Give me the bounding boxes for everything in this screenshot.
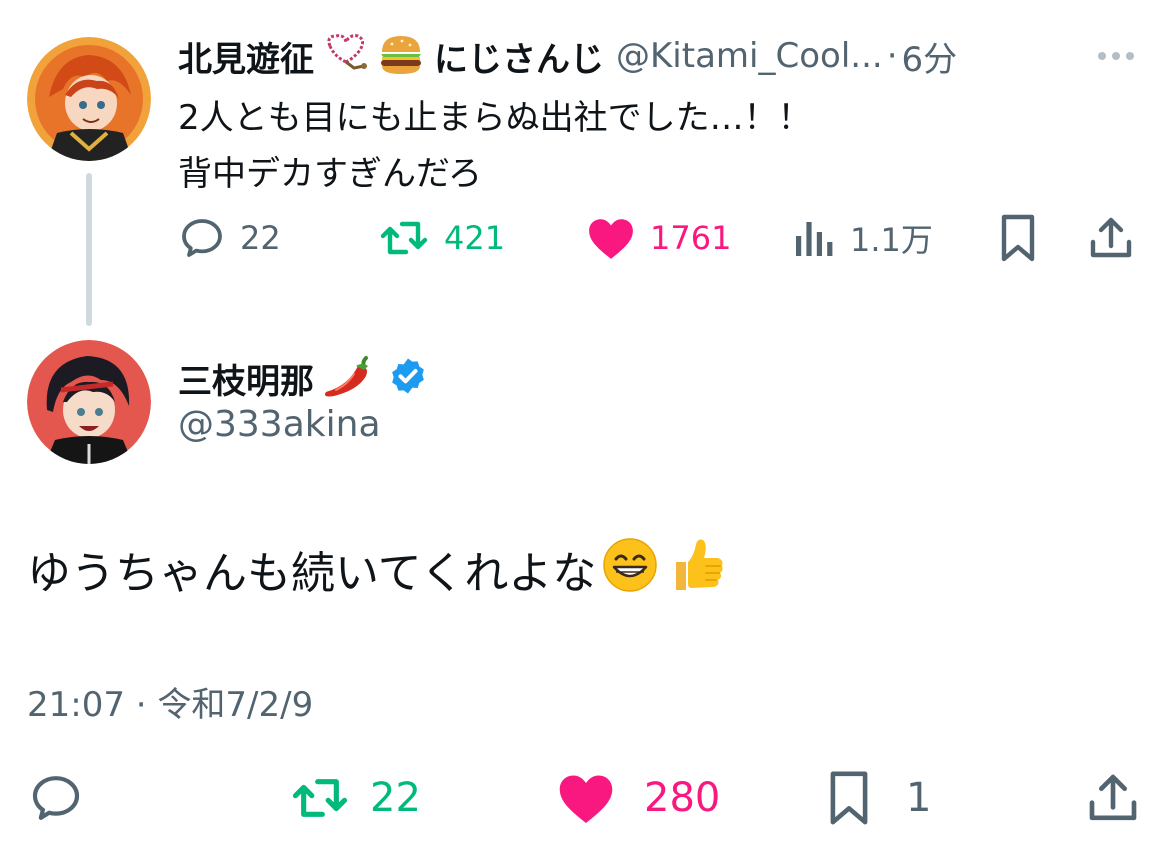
more-icon[interactable]: [1094, 44, 1138, 68]
grinning-face-emoji: [602, 537, 658, 611]
reply-count: 22: [240, 219, 281, 257]
bookmark-icon: [826, 769, 872, 827]
parent-tweet-text: 2人とも目にも止まらぬ出社でした…！！ 背中デカすぎんだろ: [178, 90, 1138, 202]
prayer-beads-emoji: [320, 32, 370, 80]
like-icon: [556, 770, 616, 826]
meta-separator: ·: [886, 36, 898, 76]
hamburger-emoji: [378, 32, 424, 80]
reply-tweet-text: ゆうちゃんも続いてくれよな: [27, 536, 726, 612]
parent-tweet-header: 北見遊征 にじさんじ @Kitami_Cool... · 6分: [178, 30, 1138, 82]
reply-tweet-retweet-button[interactable]: 22: [288, 768, 421, 828]
like-icon: [586, 214, 636, 262]
retweet-button[interactable]: 421: [378, 212, 505, 264]
parent-text-line2: 背中デカすぎんだろ: [178, 154, 482, 194]
reply-icon: [178, 214, 226, 262]
thumbs-up-emoji: [668, 536, 726, 612]
reply-tweet-reply-button[interactable]: [27, 768, 85, 828]
parent-name-suffix[interactable]: にじさんじ: [434, 32, 604, 81]
parent-time-ago[interactable]: 6分: [902, 32, 958, 81]
reply-action-bar: 22 280 1: [0, 768, 1170, 828]
parent-author-avatar[interactable]: [27, 37, 151, 161]
views-button[interactable]: 1.1万: [792, 212, 933, 264]
tweet-thread: 北見遊征 にじさんじ @Kitami_Cool... · 6分 2人とも目にも止…: [0, 0, 1170, 866]
share-icon: [1088, 214, 1134, 262]
views-icon: [792, 216, 836, 260]
reply-display-name[interactable]: 三枝明那: [178, 354, 314, 403]
reply-tweet-like-button[interactable]: 280: [556, 768, 720, 828]
share-button[interactable]: [1088, 212, 1134, 264]
reply-timestamp[interactable]: 21:07 · 令和7/2/9: [27, 677, 313, 726]
share-icon: [1086, 770, 1140, 826]
reply-tweet-bookmark-button[interactable]: 1: [826, 768, 931, 828]
retweet-icon: [378, 214, 430, 262]
thread-connector-line: [86, 173, 92, 326]
like-count: 1761: [650, 219, 732, 257]
bookmark-icon: [998, 213, 1038, 263]
reply-tweet-share-button[interactable]: [1086, 768, 1140, 828]
reply-icon: [27, 770, 85, 826]
verified-badge-icon[interactable]: [388, 356, 428, 400]
reply-tweet-like-count: 280: [644, 775, 721, 821]
reply-handle[interactable]: @333akina: [178, 404, 381, 445]
reply-name-row: 三枝明那: [178, 350, 428, 406]
parent-action-bar: 22 421 1761 1.1万: [178, 212, 1138, 264]
retweet-count: 421: [444, 219, 506, 257]
parent-display-name[interactable]: 北見遊征: [178, 32, 314, 81]
parent-text-line1: 2人とも目にも止まらぬ出社でした…！！: [178, 98, 812, 138]
parent-handle[interactable]: @Kitami_Cool...: [616, 36, 883, 76]
bookmark-button[interactable]: [998, 212, 1038, 264]
reply-author-avatar[interactable]: [27, 340, 151, 464]
retweet-icon: [288, 770, 352, 826]
reply-text-body: ゆうちゃんも続いてくれよな: [27, 548, 597, 599]
view-count: 1.1万: [850, 221, 933, 259]
chili-pepper-emoji: [318, 352, 374, 404]
reply-button[interactable]: 22: [178, 212, 281, 264]
like-button[interactable]: 1761: [586, 212, 731, 264]
reply-tweet-bookmark-count: 1: [906, 775, 932, 821]
reply-tweet-retweet-count: 22: [370, 775, 421, 821]
